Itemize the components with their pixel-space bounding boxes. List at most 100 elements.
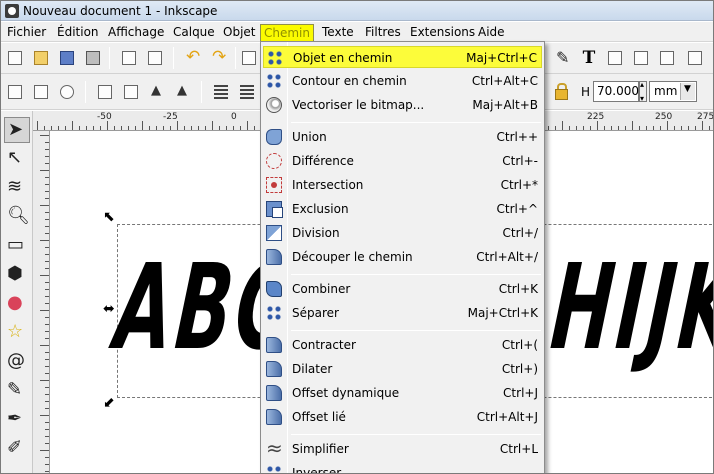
star-tool[interactable]: ☆ <box>4 320 30 346</box>
toolbar-separator <box>85 81 86 103</box>
menu-item-decouper-chemin[interactable]: Découper le chemin Ctrl+Alt+/ <box>263 246 542 268</box>
menu-item-label: Vectoriser le bitmap... <box>292 98 425 112</box>
spiral-tool[interactable]: @ <box>4 349 30 375</box>
select-all-button[interactable] <box>5 82 25 102</box>
text-object-right[interactable]: HIJK <box>546 232 713 382</box>
menu-item-difference[interactable]: Différence Ctrl+- <box>263 150 542 172</box>
zoom-tool[interactable]: 🔍︎ <box>4 204 30 230</box>
menu-item-shortcut: Ctrl+Alt+C <box>471 74 538 88</box>
ruler-tick <box>709 126 710 130</box>
menu-item-separer[interactable]: Séparer Maj+Ctrl+K <box>263 302 542 324</box>
ruler-tick <box>114 126 115 130</box>
menu-item-exclusion[interactable]: Exclusion Ctrl+^ <box>263 198 542 220</box>
height-spinner[interactable] <box>639 80 647 103</box>
pen-tool[interactable]: ✒ <box>4 407 30 433</box>
menu-item-contour-en-chemin[interactable]: Contour en chemin Ctrl+Alt+C <box>263 70 542 92</box>
ruler-tick <box>156 126 157 130</box>
raise-button[interactable] <box>237 82 257 102</box>
menu-chemin[interactable]: Chemin <box>260 24 314 41</box>
calligraphy-tool[interactable]: ✐ <box>4 436 30 462</box>
menu-calque[interactable]: Calque <box>170 24 218 41</box>
menu-texte[interactable]: Texte <box>319 24 357 41</box>
menu-extensions[interactable]: Extensions <box>407 24 478 41</box>
ruler-label: 275 <box>697 112 714 122</box>
menu-item-union[interactable]: Union Ctrl++ <box>263 126 542 148</box>
ruler-tick <box>40 310 49 311</box>
ruler-tick <box>45 184 49 185</box>
menu-item-dilater[interactable]: Dilater Ctrl+) <box>263 358 542 380</box>
preferences-button[interactable] <box>685 48 705 68</box>
ruler-tick <box>40 345 49 346</box>
menu-item-shortcut: Ctrl++ <box>496 130 538 144</box>
ruler-tick <box>695 126 696 130</box>
menu-item-offset-dynamique[interactable]: Offset dynamique Ctrl+J <box>263 382 542 404</box>
rotate-ccw-button[interactable] <box>95 82 115 102</box>
import-button[interactable] <box>119 48 139 68</box>
new-document-button[interactable] <box>5 48 25 68</box>
menu-item-simplifier[interactable]: Simplifier Ctrl+L <box>263 436 542 460</box>
ruler-tick <box>569 126 570 130</box>
selector-tool[interactable]: ➤ <box>4 117 30 143</box>
undo-button[interactable] <box>183 47 203 68</box>
document-props-button[interactable] <box>657 48 677 68</box>
resize-handle-top-left[interactable]: ⬉ <box>103 210 117 224</box>
menu-objet[interactable]: Objet <box>220 24 258 41</box>
pencil-tool[interactable]: ✎ <box>4 378 30 404</box>
select-all-layers-button[interactable] <box>31 82 51 102</box>
menu-filtres[interactable]: Filtres <box>362 24 404 41</box>
xml-button[interactable] <box>631 48 651 68</box>
layers-button[interactable] <box>605 48 625 68</box>
ruler-tick <box>65 126 66 130</box>
height-input[interactable]: 70.000 <box>593 81 639 102</box>
resize-handle-bottom-left[interactable]: ⬋ <box>103 396 117 410</box>
deselect-button[interactable] <box>57 82 77 102</box>
menu-item-combiner[interactable]: Combiner Ctrl+K <box>263 278 542 300</box>
tweak-tool[interactable]: ≋ <box>4 175 30 201</box>
ruler-tick <box>254 126 255 130</box>
menu-item-offset-lie[interactable]: Offset lié Ctrl+Alt+J <box>263 406 542 428</box>
ruler-tick <box>191 126 192 130</box>
chevron-down-icon[interactable] <box>680 83 695 100</box>
menu-item-vectoriser-bitmap[interactable]: Vectoriser le bitmap... Maj+Alt+B <box>263 94 542 116</box>
menu-item-shortcut: Ctrl+J <box>503 386 538 400</box>
open-button[interactable] <box>31 48 51 68</box>
menu-item-contracter[interactable]: Contracter Ctrl+( <box>263 334 542 356</box>
lock-icon[interactable] <box>554 83 568 100</box>
3d-box-tool[interactable]: ⬢ <box>4 262 30 288</box>
export-button[interactable] <box>145 48 165 68</box>
node-tool[interactable]: ↖ <box>4 146 30 172</box>
menu-edition[interactable]: Édition <box>54 24 102 41</box>
flip-horizontal-button[interactable] <box>147 82 167 102</box>
intersection-icon <box>266 177 282 193</box>
copy-button[interactable] <box>239 48 259 68</box>
redo-button[interactable] <box>209 47 229 68</box>
menu-affichage[interactable]: Affichage <box>105 24 167 41</box>
menu-fichier[interactable]: Fichier <box>4 24 49 41</box>
ruler-tick <box>688 126 689 130</box>
ruler-tick <box>205 126 206 130</box>
ruler-tick <box>639 126 640 130</box>
menu-item-label: Objet en chemin <box>293 51 393 65</box>
unit-select[interactable]: mm <box>649 81 697 102</box>
menu-aide[interactable]: Aide <box>475 24 508 41</box>
ellipse-tool[interactable]: ● <box>4 291 30 317</box>
rectangle-tool[interactable]: ▭ <box>4 233 30 259</box>
print-button[interactable] <box>83 48 103 68</box>
save-button[interactable] <box>57 48 77 68</box>
menu-item-objet-en-chemin[interactable]: Objet en chemin Maj+Ctrl+C <box>263 46 542 68</box>
ruler-tick <box>646 126 647 130</box>
xml-editor-button[interactable] <box>553 48 573 68</box>
star-icon: ☆ <box>7 321 24 342</box>
raise-to-top-button[interactable] <box>211 82 231 102</box>
ruler-tick <box>45 443 49 444</box>
ruler-tick <box>45 156 49 157</box>
text-font-button[interactable]: T <box>579 48 599 68</box>
ruler-tick <box>226 126 227 130</box>
menu-item-inverser[interactable]: Inverser <box>263 462 542 473</box>
flip-horizontal-icon <box>150 83 164 99</box>
menu-item-division[interactable]: Division Ctrl+/ <box>263 222 542 244</box>
flip-vertical-button[interactable] <box>173 82 193 102</box>
menu-item-intersection[interactable]: Intersection Ctrl+* <box>263 174 542 196</box>
rotate-cw-button[interactable] <box>121 82 141 102</box>
menu-bar: Fichier Édition Affichage Calque Objet C… <box>1 22 713 42</box>
